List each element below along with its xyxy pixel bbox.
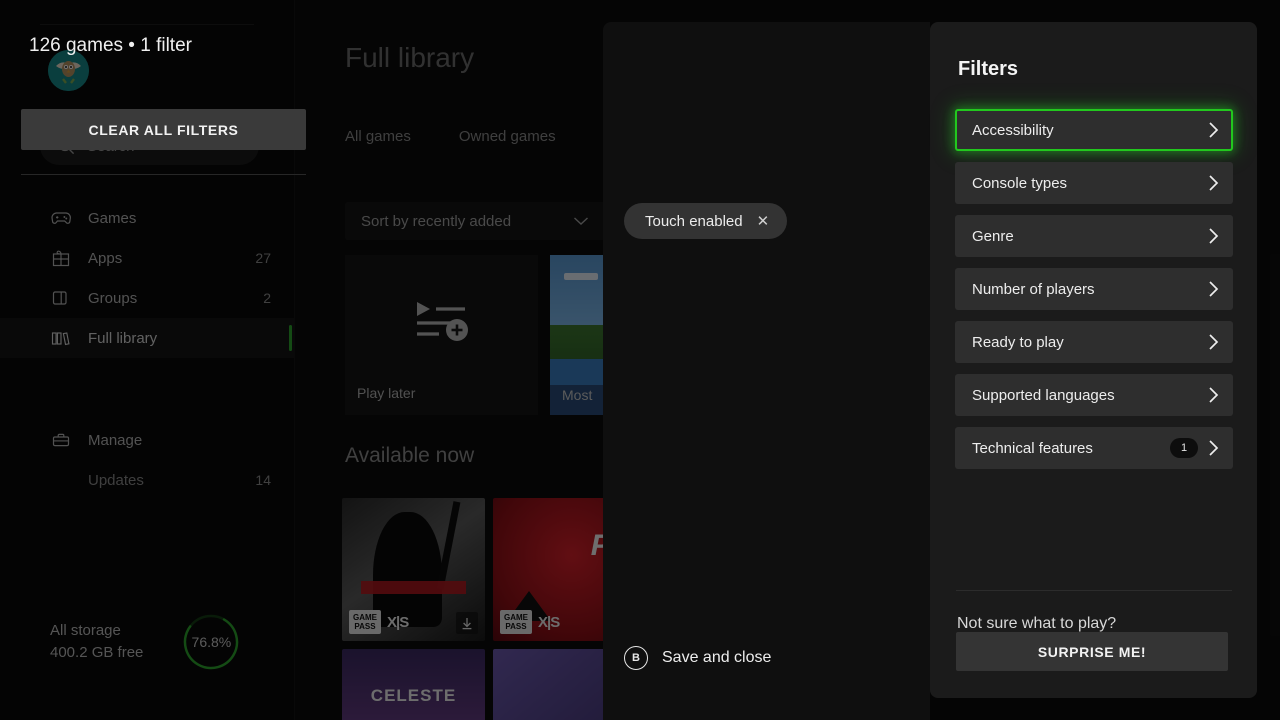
filter-row-supported-languages[interactable]: Supported languages — [955, 374, 1233, 416]
filters-panel: Filters Accessibility Console types Genr… — [930, 22, 1257, 698]
filter-row-label: Technical features — [972, 440, 1170, 457]
save-and-close-action[interactable]: B Save and close — [624, 646, 771, 670]
xbox-dashboard: Search Games — [0, 0, 1280, 720]
filter-row-label: Genre — [972, 228, 1208, 245]
filter-row-label: Accessibility — [972, 122, 1208, 139]
chevron-right-icon — [1208, 174, 1219, 192]
filter-row-ready-to-play[interactable]: Ready to play — [955, 321, 1233, 363]
clear-all-filters-button[interactable]: CLEAR ALL FILTERS — [21, 109, 306, 150]
not-sure-label: Not sure what to play? — [957, 615, 1116, 633]
chevron-right-icon — [1208, 439, 1219, 457]
filter-row-accessibility[interactable]: Accessibility — [955, 109, 1233, 151]
chevron-right-icon — [1208, 280, 1219, 298]
close-icon[interactable]: ✕ — [757, 214, 770, 229]
filter-row-label: Console types — [972, 175, 1208, 192]
filters-title: Filters — [958, 58, 1018, 81]
surprise-me-button[interactable]: SURPRISE ME! — [956, 632, 1228, 671]
filter-row-genre[interactable]: Genre — [955, 215, 1233, 257]
summary-divider — [21, 174, 306, 175]
b-button-icon: B — [624, 646, 648, 670]
chevron-right-icon — [1208, 386, 1219, 404]
filter-row-number-of-players[interactable]: Number of players — [955, 268, 1233, 310]
chevron-right-icon — [1208, 227, 1219, 245]
filter-count-badge: 1 — [1170, 438, 1198, 458]
filter-row-label: Number of players — [972, 281, 1208, 298]
save-and-close-label: Save and close — [662, 649, 771, 667]
chip-label: Touch enabled — [645, 213, 743, 230]
filter-results-count: 126 games • 1 filter — [29, 35, 192, 57]
filter-row-technical-features[interactable]: Technical features 1 — [955, 427, 1233, 469]
filter-summary-panel — [603, 22, 930, 720]
chevron-right-icon — [1208, 333, 1219, 351]
filter-row-label: Supported languages — [972, 387, 1208, 404]
filter-row-label: Ready to play — [972, 334, 1208, 351]
active-filter-chip-touch-enabled[interactable]: Touch enabled ✕ — [624, 203, 787, 239]
filters-divider — [956, 590, 1232, 591]
chevron-right-icon — [1208, 121, 1219, 139]
filters-list: Accessibility Console types Genre Number… — [955, 109, 1233, 480]
filter-row-console-types[interactable]: Console types — [955, 162, 1233, 204]
